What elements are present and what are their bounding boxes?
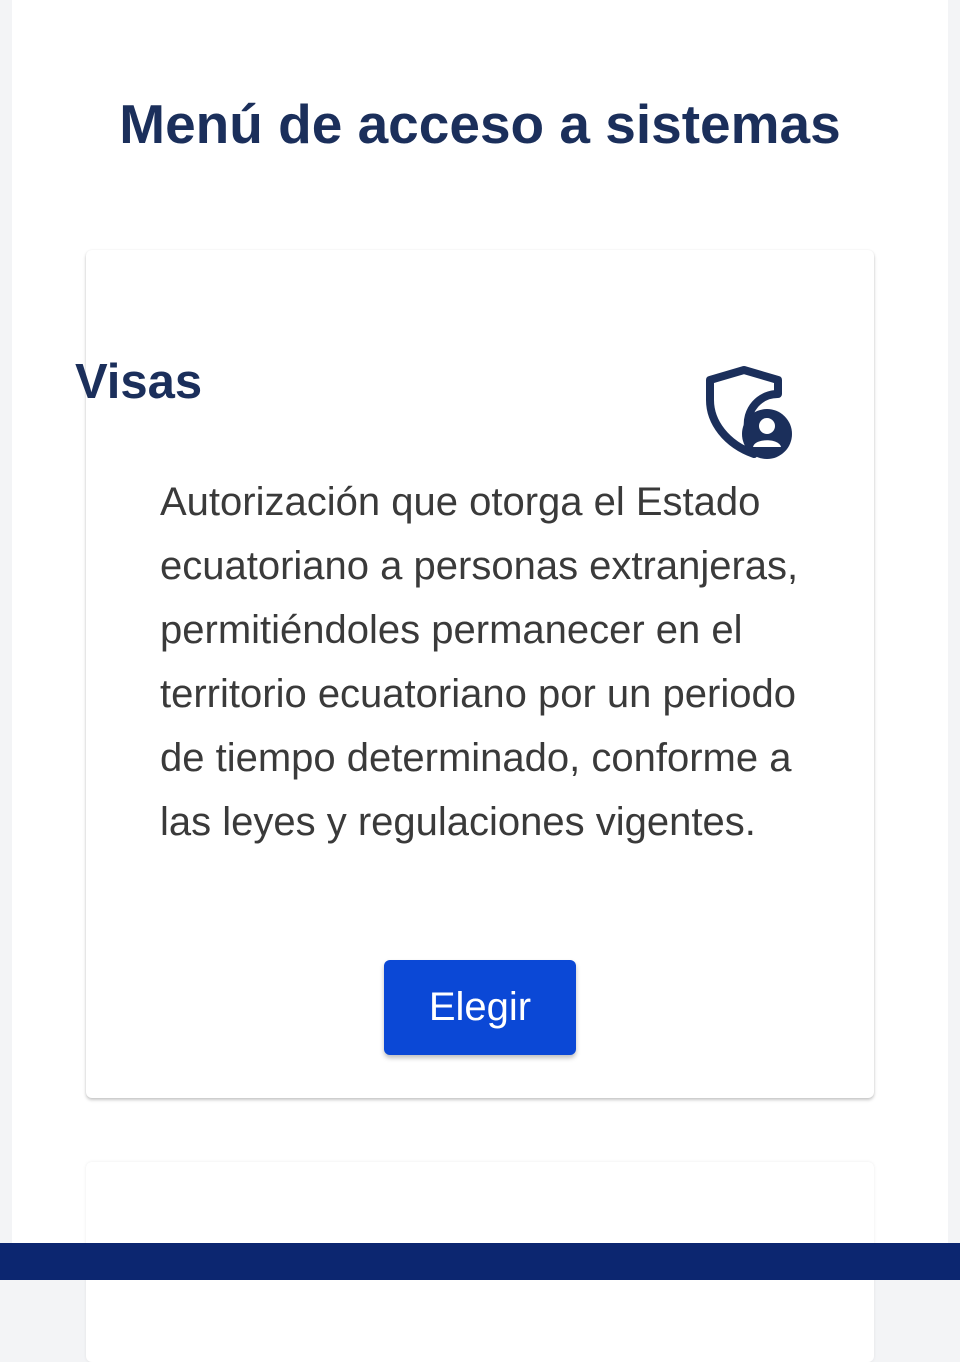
shield-user-icon [700,364,796,464]
card-title: Visas [75,355,203,409]
elegir-button[interactable]: Elegir [384,960,576,1055]
bottom-bar [0,1243,960,1280]
page-title: Menú de acceso a sistemas [119,93,841,155]
card-description: Autorización que otorga el Estado ecuato… [160,480,799,844]
